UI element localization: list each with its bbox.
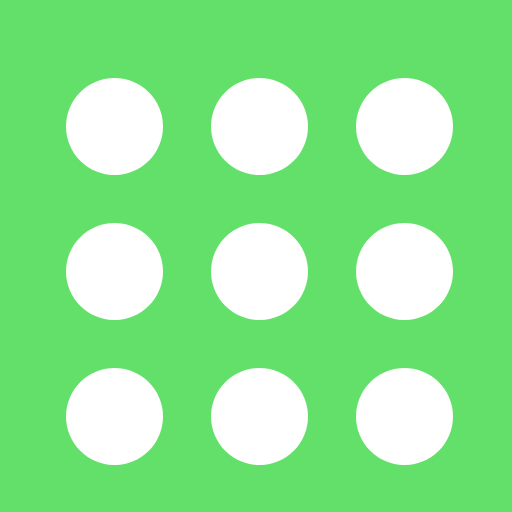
dot-r3-c2 bbox=[211, 368, 308, 465]
dot-r3-c1 bbox=[66, 368, 163, 465]
app-icon bbox=[0, 0, 512, 512]
dot-r3-c3 bbox=[356, 368, 453, 465]
dot-r1-c2 bbox=[211, 78, 308, 175]
dot-r2-c3 bbox=[356, 223, 453, 320]
dot-r2-c1 bbox=[66, 223, 163, 320]
dot-r1-c1 bbox=[66, 78, 163, 175]
dot-r2-c2 bbox=[211, 223, 308, 320]
dot-r1-c3 bbox=[356, 78, 453, 175]
dot-grid-icon bbox=[66, 78, 453, 466]
